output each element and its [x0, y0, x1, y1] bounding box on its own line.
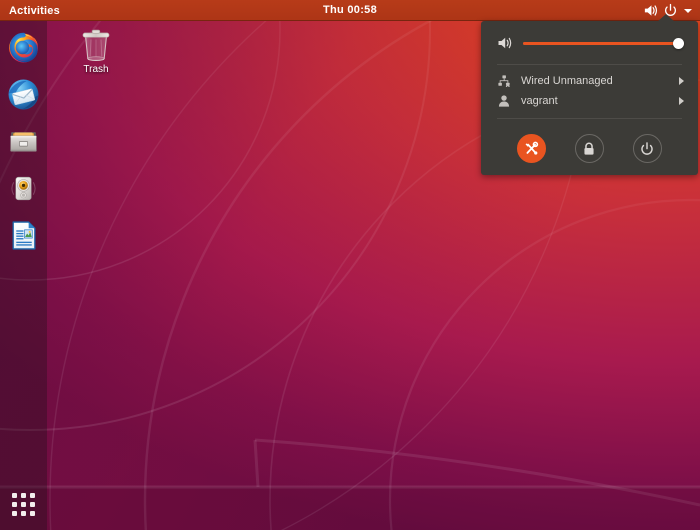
desktop[interactable]: Trash Activities Thu 00:58 Wired Unmanag…	[0, 0, 700, 530]
files-cabinet-icon	[10, 132, 37, 152]
menu-separator-2	[497, 118, 682, 119]
system-menu-popup: Wired Unmanaged vagrant	[481, 14, 698, 175]
dock-item-firefox[interactable]	[2, 26, 46, 69]
dock-item-impress[interactable]	[2, 214, 46, 257]
system-menu-arrow	[657, 14, 675, 22]
dock-app-list	[2, 21, 46, 257]
volume-slider-handle[interactable]	[673, 38, 684, 49]
trash-bin-icon	[82, 29, 110, 61]
system-menu: Wired Unmanaged vagrant	[481, 21, 698, 175]
lock-button[interactable]	[574, 134, 604, 163]
menu-item-network[interactable]: Wired Unmanaged	[481, 71, 698, 91]
volume-slider[interactable]	[523, 36, 684, 50]
libreoffice-impress-icon	[12, 221, 36, 250]
desktop-icon-label: Trash	[83, 64, 109, 75]
firefox-icon	[9, 32, 38, 63]
system-menu-actions	[481, 125, 698, 165]
thunderbird-mail-icon	[8, 79, 39, 110]
menu-item-label: vagrant	[521, 95, 558, 107]
menu-item-user[interactable]: vagrant	[481, 91, 698, 111]
lock-icon	[584, 142, 595, 155]
clock: Thu 00:58	[0, 0, 700, 21]
clock-label[interactable]: Thu 00:58	[323, 4, 377, 16]
settings-tools-icon	[525, 141, 539, 155]
desktop-icon-trash[interactable]: Trash	[68, 27, 124, 75]
volume-icon	[644, 5, 658, 16]
dock[interactable]	[0, 21, 47, 530]
top-bar: Activities Thu 00:58	[0, 0, 700, 21]
app-grid-icon	[12, 492, 35, 516]
user-icon	[498, 95, 510, 107]
activities-button[interactable]: Activities	[0, 0, 69, 21]
dock-item-rhythmbox[interactable]	[2, 167, 46, 210]
show-applications-button[interactable]	[0, 483, 47, 525]
menu-separator-1	[497, 64, 682, 65]
chevron-right-icon	[679, 77, 684, 85]
dock-item-files[interactable]	[2, 120, 46, 163]
menu-item-label: Wired Unmanaged	[521, 75, 613, 87]
volume-icon	[498, 37, 512, 49]
wired-network-icon	[498, 75, 510, 87]
chevron-right-icon	[679, 97, 684, 105]
rhythmbox-speaker-icon	[11, 176, 36, 201]
volume-control-row[interactable]	[481, 29, 698, 57]
volume-slider-fill	[523, 42, 684, 45]
dock-item-thunderbird[interactable]	[2, 73, 46, 116]
power-icon	[641, 141, 653, 155]
settings-button[interactable]	[517, 134, 547, 163]
chevron-down-icon	[684, 8, 692, 13]
power-button[interactable]	[632, 134, 662, 163]
